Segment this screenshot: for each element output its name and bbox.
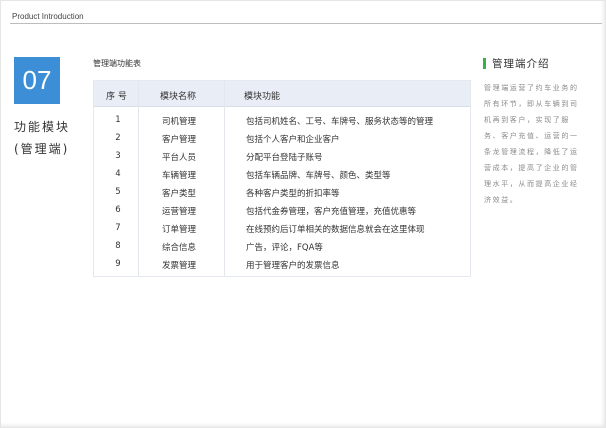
- table-caption: 管理端功能表: [93, 59, 141, 68]
- section-title-line1: 功能模块: [14, 120, 71, 134]
- table-row: 9 发票管理 用于管理客户的发票信息: [94, 257, 470, 275]
- cell-number: 7: [115, 223, 121, 233]
- cell-module-function: 包括司机姓名、工号、车牌号、服务状态等的管理: [246, 117, 434, 127]
- cell-number: 6: [115, 205, 121, 215]
- table-row: 2 客户管理 包括个人客户和企业客户: [94, 131, 470, 149]
- table-row: 3 平台人员 分配平台登陆子账号: [94, 149, 470, 167]
- section-number-badge: 07: [14, 57, 60, 104]
- cell-module-name: 客户类型: [162, 189, 197, 199]
- cell-module-function: 广告，评论，FQA等: [246, 243, 323, 253]
- table-row: 4 车辆管理 包括车辆品牌、车牌号、颜色、类型等: [94, 167, 470, 185]
- function-table: 序 号 模块名称 模块功能 1 司机管理 包括司机姓名、工号、车牌号、服务状态等…: [93, 80, 471, 277]
- cell-number: 2: [115, 133, 121, 143]
- cell-module-name: 运营管理: [162, 207, 197, 217]
- cell-module-name: 车辆管理: [162, 171, 197, 181]
- table-row: 1 司机管理 包括司机姓名、工号、车牌号、服务状态等的管理: [94, 113, 470, 131]
- intro-title: 管理端介绍: [492, 58, 550, 70]
- table-row: 6 运营管理 包括代金券管理，客户充值管理，充值优惠等: [94, 203, 470, 221]
- cell-number: 5: [115, 187, 121, 197]
- intro-accent-bar: [483, 58, 486, 69]
- header-cell-number: 序 号: [106, 92, 127, 102]
- cell-module-name: 客户管理: [162, 135, 197, 145]
- cell-number: 4: [115, 169, 121, 179]
- header-cell-module-name: 模块名称: [160, 92, 197, 102]
- cell-module-function: 在线预约后订单相关的数据信息就会在这里体现: [246, 225, 425, 235]
- section-title: 功能模块 (管理端): [14, 116, 84, 160]
- table-body: 1 司机管理 包括司机姓名、工号、车牌号、服务状态等的管理 2 客户管理 包括个…: [94, 113, 470, 275]
- section-number: 07: [22, 65, 52, 95]
- cell-module-function: 分配平台登陆子账号: [246, 153, 323, 163]
- cell-module-function: 包括车辆品牌、车牌号、颜色、类型等: [246, 171, 391, 181]
- header-cell-module-function: 模块功能: [244, 92, 281, 102]
- table-row: 8 综合信息 广告，评论，FQA等: [94, 239, 470, 257]
- header-title: Product Introduction: [12, 12, 84, 21]
- cell-module-function: 包括个人客户和企业客户: [246, 135, 340, 145]
- intro-body: 管理端运营了约车业务的所有环节，即从车辆到司机再到客户，实现了服务、客户充值、运…: [484, 84, 579, 204]
- cell-module-name: 平台人员: [162, 153, 197, 163]
- cell-number: 9: [115, 259, 121, 269]
- table-header-row: 序 号 模块名称 模块功能: [94, 81, 470, 107]
- cell-module-function: 用于管理客户的发票信息: [246, 261, 340, 271]
- cell-module-name: 综合信息: [162, 243, 197, 253]
- table-row: 7 订单管理 在线预约后订单相关的数据信息就会在这里体现: [94, 221, 470, 239]
- cell-module-name: 订单管理: [162, 225, 197, 235]
- header-divider: [10, 23, 602, 24]
- cell-number: 3: [115, 151, 121, 161]
- table-row: 5 客户类型 各种客户类型的折扣率等: [94, 185, 470, 203]
- cell-module-name: 发票管理: [162, 261, 197, 271]
- section-title-line2: (管理端): [14, 142, 70, 156]
- cell-number: 1: [115, 115, 121, 125]
- cell-module-function: 包括代金券管理，客户充值管理，充值优惠等: [246, 207, 417, 217]
- cell-number: 8: [115, 241, 121, 251]
- cell-module-name: 司机管理: [162, 117, 197, 127]
- cell-module-function: 各种客户类型的折扣率等: [246, 189, 340, 199]
